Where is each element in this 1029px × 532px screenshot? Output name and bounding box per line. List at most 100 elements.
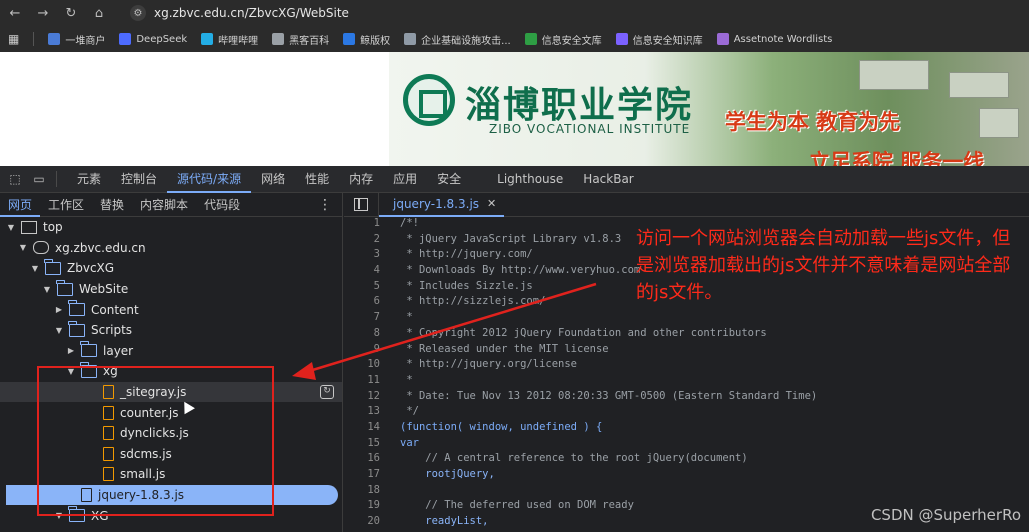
tree-file-item[interactable]: jquery-1.8.3.js bbox=[6, 484, 338, 506]
devtools-tab[interactable]: 网络 bbox=[251, 166, 295, 193]
collapse-arrow-icon[interactable]: ▶ bbox=[54, 305, 64, 314]
line-number[interactable]: 15 bbox=[344, 437, 380, 453]
devtools-tab[interactable]: 控制台 bbox=[111, 166, 167, 193]
back-icon[interactable]: ← bbox=[8, 6, 22, 21]
more-options-icon[interactable]: ⋮ bbox=[318, 193, 332, 217]
tree-item-label: dynclicks.js bbox=[120, 426, 189, 441]
line-number[interactable]: 3 bbox=[344, 248, 380, 264]
editor-tab-jquery[interactable]: jquery-1.8.3.js ✕ bbox=[379, 193, 505, 217]
bookmark-item[interactable]: 信息安全文库 bbox=[524, 32, 602, 47]
code-text: * Downloads By http://www.veryhuo.com bbox=[400, 264, 641, 277]
line-number[interactable]: 9 bbox=[344, 343, 380, 359]
tree-item-label: xg.zbvc.edu.cn bbox=[55, 240, 146, 255]
site-banner: 淄博职业学院 ZIBO VOCATIONAL INSTITUTE 学生为本 教育… bbox=[389, 52, 1029, 166]
bookmark-item[interactable]: 企业基础设施攻击... bbox=[404, 32, 511, 47]
expand-arrow-icon[interactable]: ▼ bbox=[66, 367, 76, 376]
bookmark-item[interactable]: 哔哩哔哩 bbox=[201, 32, 258, 47]
line-number[interactable]: 11 bbox=[344, 374, 380, 390]
collapse-arrow-icon[interactable]: ▶ bbox=[66, 346, 76, 355]
open-in-panel-icon[interactable]: ↻ bbox=[320, 385, 334, 400]
line-number[interactable]: 13 bbox=[344, 405, 380, 421]
devtools-tab[interactable]: 安全 bbox=[427, 166, 471, 193]
navigator-sub-tab[interactable]: 代码段 bbox=[196, 193, 248, 217]
bookmark-item[interactable]: DeepSeek bbox=[119, 33, 187, 45]
line-number[interactable]: 12 bbox=[344, 390, 380, 406]
tree-file-item[interactable]: sdcms.js bbox=[0, 444, 342, 465]
bookmark-label: 黑客百科 bbox=[289, 35, 330, 47]
bookmark-favicon-icon bbox=[201, 33, 214, 45]
line-number[interactable]: 19 bbox=[344, 499, 380, 515]
bookmark-item[interactable]: 一堆商户 bbox=[48, 32, 105, 47]
device-toolbar-icon[interactable]: ▭ bbox=[30, 172, 48, 186]
tree-item-label: sdcms.js bbox=[120, 446, 172, 461]
tree-file-item[interactable]: small.js bbox=[0, 464, 342, 485]
tree-folder-item[interactable]: ▼ xg.zbvc.edu.cn bbox=[0, 238, 342, 259]
line-number[interactable]: 17 bbox=[344, 468, 380, 484]
navigator-sub-tab[interactable]: 网页 bbox=[0, 193, 41, 217]
tree-item-label: small.js bbox=[120, 467, 166, 482]
school-logo-icon bbox=[403, 74, 455, 126]
navigator-sub-tab[interactable]: 内容脚本 bbox=[132, 193, 196, 217]
tree-folder-item[interactable]: ▼ top bbox=[0, 217, 342, 238]
bookmark-item[interactable]: Assetnote Wordlists bbox=[716, 33, 832, 45]
close-tab-icon[interactable]: ✕ bbox=[487, 197, 496, 210]
expand-arrow-icon[interactable]: ▼ bbox=[42, 285, 52, 294]
code-text: var bbox=[400, 436, 419, 449]
address-bar[interactable]: ⚙ xg.zbvc.edu.cn/ZbvcXG/WebSite bbox=[120, 2, 359, 24]
line-number[interactable]: 16 bbox=[344, 452, 380, 468]
devtools-tab[interactable]: 应用 bbox=[383, 166, 427, 193]
expand-arrow-icon[interactable]: ▼ bbox=[54, 326, 64, 335]
line-number[interactable]: 4 bbox=[344, 264, 380, 280]
expand-arrow-icon[interactable]: ▼ bbox=[6, 223, 16, 232]
bookmark-item[interactable]: 黑客百科 bbox=[272, 32, 329, 47]
apps-icon[interactable]: ▦ bbox=[8, 32, 19, 46]
line-number[interactable]: 6 bbox=[344, 295, 380, 311]
navigator-sub-tab[interactable]: 工作区 bbox=[40, 193, 92, 217]
js-file-icon bbox=[103, 446, 114, 461]
navigator-sub-tab[interactable]: 替换 bbox=[92, 193, 132, 217]
line-number[interactable]: 8 bbox=[344, 327, 380, 343]
bookmark-item[interactable]: 信息安全知识库 bbox=[615, 32, 703, 47]
annotation-text: 访问一个网站浏览器会自动加载一些js文件，但是浏览器加载出的js文件并不意味着是… bbox=[636, 228, 1011, 303]
line-number[interactable]: 14 bbox=[344, 421, 380, 437]
reload-icon[interactable]: ↻ bbox=[64, 6, 78, 21]
devtools-tab[interactable]: 性能 bbox=[295, 166, 339, 193]
tree-item-label: Content bbox=[91, 302, 139, 317]
tree-folder-item[interactable]: ▼ XG bbox=[0, 505, 342, 526]
line-number[interactable]: 10 bbox=[344, 358, 380, 374]
bookmark-item[interactable]: 鲸版权 bbox=[343, 32, 390, 47]
tree-folder-item[interactable]: ▶ layer bbox=[0, 341, 342, 362]
tree-folder-item[interactable]: ▼ WebSite bbox=[0, 279, 342, 300]
site-info-icon[interactable]: ⚙ bbox=[130, 5, 146, 21]
line-number[interactable]: 20 bbox=[344, 515, 380, 531]
devtools-tab[interactable]: HackBar bbox=[573, 166, 643, 193]
forward-icon[interactable]: → bbox=[36, 6, 50, 21]
line-number[interactable]: 2 bbox=[344, 233, 380, 249]
devtools-tab[interactable]: 内存 bbox=[339, 166, 383, 193]
tree-folder-item[interactable]: ▶ Content bbox=[0, 299, 342, 320]
folder-icon bbox=[80, 361, 97, 378]
devtools-tab[interactable]: Lighthouse bbox=[487, 166, 573, 193]
tree-file-item[interactable]: _sitegray.js ↻ bbox=[0, 381, 342, 403]
toggle-navigator-icon[interactable] bbox=[354, 198, 368, 211]
inspect-element-icon[interactable]: ⬚ bbox=[6, 172, 24, 186]
line-number[interactable]: 18 bbox=[344, 484, 380, 500]
tree-file-item[interactable]: dynclicks.js bbox=[0, 423, 342, 444]
line-number[interactable]: 7 bbox=[344, 311, 380, 327]
tree-folder-item[interactable]: ▼ ZbvcXG bbox=[0, 258, 342, 279]
code-text: * http://jquery.com/ bbox=[400, 248, 533, 261]
line-number[interactable]: 1 bbox=[344, 217, 380, 233]
code-text: * bbox=[400, 311, 413, 324]
tree-folder-item[interactable]: ▼ Scripts bbox=[0, 320, 342, 341]
line-number[interactable]: 5 bbox=[344, 280, 380, 296]
url-text[interactable]: xg.zbvc.edu.cn/ZbvcXG/WebSite bbox=[154, 6, 349, 20]
devtools-tab[interactable]: 元素 bbox=[67, 166, 111, 193]
tree-file-item[interactable]: counter.js bbox=[0, 402, 342, 423]
expand-arrow-icon[interactable]: ▼ bbox=[30, 264, 40, 273]
home-icon[interactable]: ⌂ bbox=[92, 6, 106, 21]
tree-folder-item[interactable]: ▼ xg bbox=[0, 361, 342, 382]
devtools-main-tabs: ⬚ ▭ 元素 控制台 源代码/来源 网络 性能 内存 应用 安全 Lighthouse HackB… bbox=[0, 166, 1029, 193]
expand-arrow-icon[interactable]: ▼ bbox=[54, 511, 64, 520]
expand-arrow-icon[interactable]: ▼ bbox=[18, 243, 28, 252]
devtools-tab[interactable]: 源代码/来源 bbox=[167, 166, 252, 193]
